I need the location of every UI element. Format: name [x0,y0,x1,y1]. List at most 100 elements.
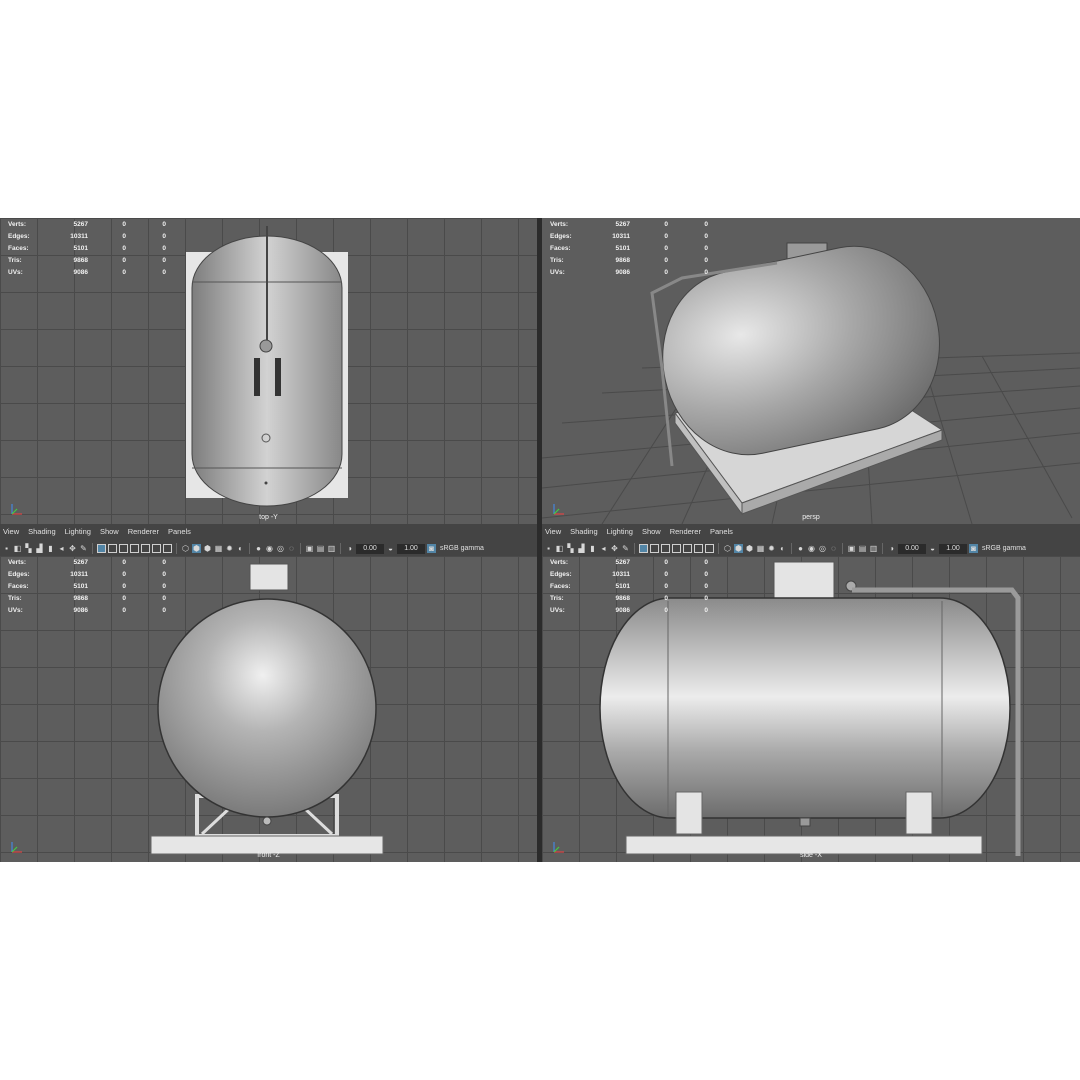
hud-row-edges: Edges: 10311 0 0 [550,233,708,240]
menu-show[interactable]: Show [642,526,661,538]
hud-row-verts: Verts: 5267 0 0 [550,221,708,228]
separator [176,543,177,554]
hud-row-uvs: UVs: 9086 0 0 [8,607,166,614]
color-management-icon[interactable]: ◙ [427,544,436,553]
image-plane-icon[interactable]: ▟ [577,544,586,553]
image-plane-icon[interactable]: ▟ [35,544,44,553]
grease-pencil-icon[interactable]: ✎ [79,544,88,553]
viewport-side[interactable]: Verts: 5267 0 0 Edges: 10311 0 0 Faces: 5101 0 0 … [542,556,1080,862]
lights-icon[interactable]: ✹ [767,544,776,553]
menu-lighting[interactable]: Lighting [607,526,633,538]
smooth-shade-icon[interactable]: ⬢ [192,544,201,553]
camera-icon[interactable]: ▪ [544,544,553,553]
poly-count-hud: Verts: 5267 0 0 Edges: 10311 0 0 Faces: 5101 0 0 … [8,219,178,279]
menu-view[interactable]: View [545,526,561,538]
resolution-gate-icon[interactable] [661,544,670,553]
maya-four-view-layout: Verts: 5267 0 0 Edges: 10311 0 0 Faces: 5101 0 0 … [0,218,1080,862]
camera-attributes-icon[interactable]: ◧ [13,544,22,553]
exposure-icon[interactable]: ◑ [345,544,354,553]
pin-icon[interactable]: ▮ [46,544,55,553]
separator [791,543,792,554]
camera-icon[interactable]: ▪ [2,544,11,553]
gamma-field[interactable]: 1.00 [397,543,425,554]
viewport-top[interactable]: Verts: 5267 0 0 Edges: 10311 0 0 Faces: 5101 0 0 … [0,218,537,524]
gamma-icon[interactable]: ◒ [386,544,395,553]
safe-action-icon[interactable] [152,544,161,553]
select-camera-icon[interactable]: ◂ [57,544,66,553]
xray-joints-icon[interactable]: ▥ [869,544,878,553]
camera-attributes-icon[interactable]: ◧ [555,544,564,553]
gate-mask-icon[interactable] [130,544,139,553]
motion-blur-icon[interactable]: ◉ [807,544,816,553]
exposure-field[interactable]: 0.00 [898,543,926,554]
gamma-icon[interactable]: ◒ [928,544,937,553]
anti-aliasing-icon[interactable]: ◎ [818,544,827,553]
select-camera-icon[interactable]: ◂ [599,544,608,553]
xray-icon[interactable]: ▤ [858,544,867,553]
motion-blur-icon[interactable]: ◉ [265,544,274,553]
menu-renderer[interactable]: Renderer [128,526,159,538]
menu-panels[interactable]: Panels [168,526,191,538]
textured-icon[interactable]: ▦ [756,544,765,553]
viewport-persp[interactable]: Verts: 5267 0 0 Edges: 10311 0 0 Faces: 5101 0 0 … [542,218,1080,524]
shadows-icon[interactable]: ◐ [778,544,787,553]
depth-of-field-icon[interactable]: ◌ [829,544,838,553]
resolution-gate-icon[interactable] [119,544,128,553]
view-transform-label[interactable]: sRGB gamma [982,545,1026,552]
wireframe-icon[interactable]: ⬡ [181,544,190,553]
menu-shading[interactable]: Shading [28,526,56,538]
menu-panels[interactable]: Panels [710,526,733,538]
panel-menubar-right: View Shading Lighting Show Renderer Pane… [542,524,1080,556]
menu-renderer[interactable]: Renderer [670,526,701,538]
field-chart-icon[interactable] [683,544,692,553]
safe-title-icon[interactable] [705,544,714,553]
exposure-field[interactable]: 0.00 [356,543,384,554]
xray-joints-icon[interactable]: ▥ [327,544,336,553]
menu-shading[interactable]: Shading [570,526,598,538]
viewport-front[interactable]: Verts: 5267 0 0 Edges: 10311 0 0 Faces: 5101 0 0 … [0,556,537,862]
grid-toggle-icon[interactable] [639,544,648,553]
depth-of-field-icon[interactable]: ◌ [287,544,296,553]
panel-toolbar: ▪ ◧ ▚ ▟ ▮ ◂ ✥ ✎ ⬡ ⬢ ⬢ ▦ ✹ ◐ ● ◉ ◎ ◌ ▣ ▤ … [544,542,1026,555]
separator [718,543,719,554]
screen-space-ao-icon[interactable]: ● [796,544,805,553]
camera-label: side -X [800,852,822,859]
pan-zoom-icon[interactable]: ✥ [68,544,77,553]
separator [249,543,250,554]
xray-icon[interactable]: ▤ [316,544,325,553]
safe-action-icon[interactable] [694,544,703,553]
field-chart-icon[interactable] [141,544,150,553]
safe-title-icon[interactable] [163,544,172,553]
wireframe-on-shaded-icon[interactable]: ⬢ [203,544,212,553]
film-gate-icon[interactable] [650,544,659,553]
anti-aliasing-icon[interactable]: ◎ [276,544,285,553]
screen-space-ao-icon[interactable]: ● [254,544,263,553]
menu-show[interactable]: Show [100,526,119,538]
separator [300,543,301,554]
wireframe-on-shaded-icon[interactable]: ⬢ [745,544,754,553]
gate-mask-icon[interactable] [672,544,681,553]
grid-toggle-icon[interactable] [97,544,106,553]
bookmark-icon[interactable]: ▚ [24,544,33,553]
isolate-select-icon[interactable]: ▣ [847,544,856,553]
grease-pencil-icon[interactable]: ✎ [621,544,630,553]
shadows-icon[interactable]: ◐ [236,544,245,553]
pan-zoom-icon[interactable]: ✥ [610,544,619,553]
view-transform-label[interactable]: sRGB gamma [440,545,484,552]
textured-icon[interactable]: ▦ [214,544,223,553]
exposure-icon[interactable]: ◑ [887,544,896,553]
film-gate-icon[interactable] [108,544,117,553]
lights-icon[interactable]: ✹ [225,544,234,553]
menu-lighting[interactable]: Lighting [65,526,91,538]
menu-view[interactable]: View [3,526,19,538]
gamma-field[interactable]: 1.00 [939,543,967,554]
bookmark-icon[interactable]: ▚ [566,544,575,553]
pin-icon[interactable]: ▮ [588,544,597,553]
smooth-shade-icon[interactable]: ⬢ [734,544,743,553]
poly-count-hud: Verts: 5267 0 0 Edges: 10311 0 0 Faces: 5101 0 0 … [8,557,178,617]
color-management-icon[interactable]: ◙ [969,544,978,553]
separator [340,543,341,554]
isolate-select-icon[interactable]: ▣ [305,544,314,553]
hud-row-edges: Edges: 10311 0 0 [8,571,166,578]
wireframe-icon[interactable]: ⬡ [723,544,732,553]
